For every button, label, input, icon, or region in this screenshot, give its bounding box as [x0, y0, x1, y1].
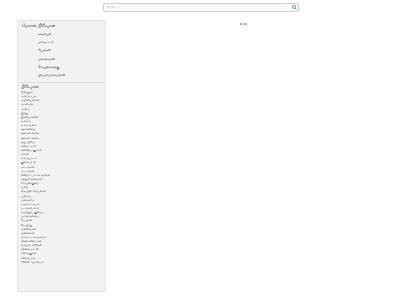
sidebar-divider	[19, 82, 104, 83]
nav-item[interactable]: பிரபலமானவர்கள்	[38, 71, 98, 79]
nav-item[interactable]: பேருகள்	[38, 46, 98, 54]
nav-list: அரசியல் மாவட்டம் பேருகள் மனைவகள் செய்திக…	[38, 30, 98, 79]
nav-item[interactable]: செய்திகளுக்கு	[38, 63, 98, 71]
nav-item[interactable]: மனைவகள்	[38, 55, 98, 63]
nav-panel: நேரான பிரிவுகள் அரசியல் மாவட்டம் பேருகள்…	[20, 22, 103, 82]
category-list: //மேலும் அமைப்பு உ அறிவியல்கள் அரசியல் அ…	[21, 90, 103, 264]
nav-title: நேரான பிரிவுகள்	[22, 24, 56, 29]
loading-indicator	[240, 23, 247, 25]
search-box[interactable]: தேடு ......	[103, 3, 299, 12]
loading-dot	[245, 23, 247, 25]
loading-dot	[240, 23, 242, 25]
nav-item[interactable]: மாவட்டம்	[38, 38, 98, 46]
category-item[interactable]: TNPSC முக்கியம்	[21, 260, 103, 264]
search-icon[interactable]	[292, 5, 297, 10]
nav-item[interactable]: அரசியல்	[38, 30, 98, 38]
search-input[interactable]: தேடு ......	[107, 4, 120, 11]
sidebar: நேரான பிரிவுகள் அரசியல் மாவட்டம் பேருகள்…	[17, 20, 106, 292]
loading-dot	[242, 23, 245, 25]
top-bar: தேடு ......	[0, 0, 400, 14]
